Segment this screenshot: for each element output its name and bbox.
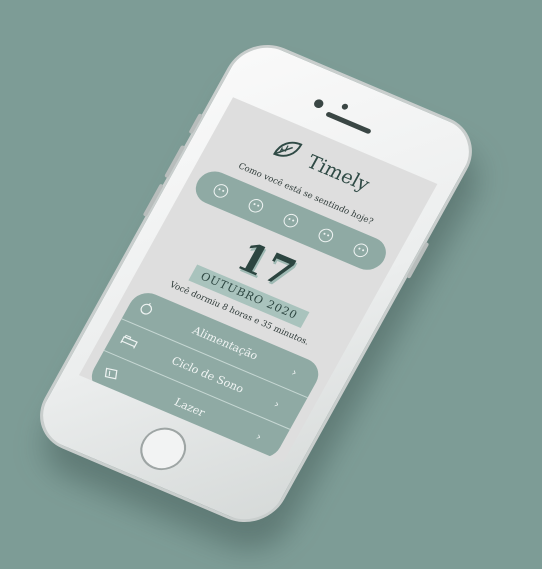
mute-switch <box>188 113 203 135</box>
brand-name: Timely <box>302 150 374 196</box>
leaf-logo-icon <box>267 133 306 170</box>
very-sad-face-icon[interactable] <box>211 182 231 200</box>
happy-face-icon[interactable] <box>315 226 336 245</box>
front-camera <box>312 97 326 110</box>
volume-down-button <box>142 183 164 217</box>
neutral-face-icon[interactable] <box>280 211 301 230</box>
app-screen: Timely Como você está se sentindo hoje? … <box>78 97 438 462</box>
scene: Timely Como você está se sentindo hoje? … <box>0 0 542 569</box>
very-happy-face-icon[interactable] <box>350 241 371 260</box>
phone-mockup: Timely Como você está se sentindo hoje? … <box>25 32 492 563</box>
earpiece-speaker <box>325 111 372 135</box>
sad-face-icon[interactable] <box>246 196 266 215</box>
volume-up-button <box>164 144 186 179</box>
home-button[interactable] <box>132 420 195 477</box>
proximity-sensor <box>340 102 350 111</box>
